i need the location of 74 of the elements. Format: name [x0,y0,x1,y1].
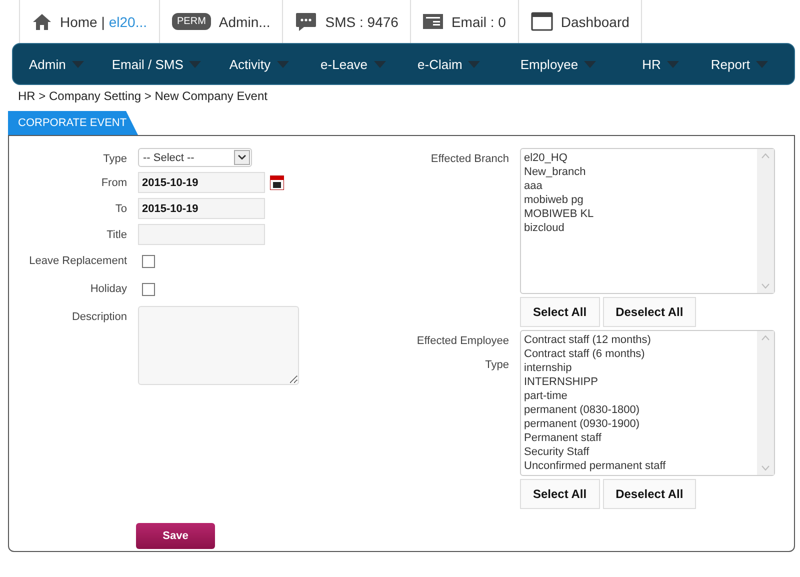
breadcrumb: HR > Company Setting > New Company Event [17,88,268,105]
list-option[interactable]: internship [524,361,754,375]
menu-item[interactable]: e-Leave [312,56,394,72]
list-option[interactable]: Unconfirmed permanent staff [524,459,754,473]
deselect-all-button[interactable]: Deselect All [602,297,696,327]
menu-item[interactable]: Admin [21,56,92,72]
menu-item[interactable]: Report [702,56,776,72]
menu-item[interactable]: Email / SMS [104,56,210,72]
scroll-down-icon[interactable] [761,283,770,289]
field-label: Type [485,359,509,371]
sms-link[interactable]: SMS : 9476 [325,14,398,30]
list-option[interactable]: part-time [524,389,754,403]
checkbox[interactable] [142,255,155,268]
deselect-all-button[interactable]: Deselect All [602,479,696,509]
dashboard-link[interactable]: Dashboard [560,14,630,30]
branch-listbox[interactable]: el20_HQ New_branch aaa mobiweb pg MOBIWEB KL bizcloud [520,148,775,294]
field-label: Effected Branch [430,153,509,165]
dropdown-arrow-icon [756,60,768,68]
list-option[interactable]: Contract staff (12 months) [524,333,754,347]
section-tab[interactable]: CORPORATE EVENT [8,111,138,135]
dropdown-arrow-icon [72,60,84,68]
dropdown-arrow-icon [374,60,386,68]
save-button[interactable]: Save [136,523,215,549]
menu-item[interactable]: e-Claim [410,56,488,72]
list-option[interactable]: bizcloud [524,221,754,235]
caret-icon [234,150,250,165]
menu-item[interactable]: HR [634,56,687,72]
field-label: To [114,202,127,217]
envelope-icon [423,14,444,29]
user-label[interactable]: Admin... [218,14,270,30]
list-option[interactable]: INTERNSHIPP [524,375,754,389]
list-option[interactable]: Security Staff [524,445,754,459]
list-option[interactable]: permanent (0830-1800) [524,403,754,417]
list-option[interactable]: mobiweb pg [524,193,754,207]
menu-item[interactable]: Employee [512,56,604,72]
checkbox[interactable] [142,283,155,296]
type-dropdown[interactable]: -- Select -- [138,148,252,167]
list-option[interactable]: MOBIWEB KL [524,207,754,221]
list-option[interactable]: aaa [524,179,754,193]
scroll-up-icon[interactable] [761,335,770,341]
field-label: Type [102,152,127,167]
field-label: Effected Employee [416,335,509,347]
list-option[interactable]: Permanent staff [524,431,754,445]
select-all-button[interactable]: Select All [520,479,600,509]
list-option[interactable]: el20_HQ [524,151,754,165]
house-icon [32,12,52,30]
chat-bubble-icon [295,12,318,32]
perm-badge: PERM [172,13,211,30]
dropdown-arrow-icon [666,60,679,68]
to-date-field[interactable]: 2015-10-19 [138,198,265,219]
scroll-up-icon[interactable] [761,153,770,159]
description-field[interactable] [138,306,299,385]
field-label: Title [106,228,127,243]
dropdown-arrow-icon [584,60,596,68]
list-option[interactable]: Contract staff (6 months) [524,347,754,361]
scroll-down-icon[interactable] [761,465,770,471]
list-option[interactable]: New_branch [524,165,754,179]
from-date-field[interactable]: 2015-10-19 [138,172,265,193]
field-label: From [100,176,127,191]
field-label: Holiday [89,282,127,297]
home-label: Home | [60,14,105,30]
list-option[interactable]: permanent (0930-1900) [524,417,754,431]
email-link[interactable]: Email : 0 [451,14,506,30]
dropdown-arrow-icon [276,60,289,68]
field-label: Description [70,310,127,325]
employee-type-listbox[interactable]: Contract staff (12 months) Contract staff (6 months) internship INTERNSHIPP part-time permanent (0830-1800) permanent (0930-1900) Permanent staff Security Staff Unconfirmed permanent staff [520,330,775,476]
title-field[interactable] [138,224,265,245]
calendar-icon[interactable] [270,175,284,190]
field-label: Leave Replacement [28,254,127,269]
dropdown-arrow-icon [189,60,202,68]
menu-item[interactable]: Activity [221,56,297,72]
window-icon [530,12,553,31]
select-all-button[interactable]: Select All [520,297,600,327]
dropdown-arrow-icon [468,60,480,68]
